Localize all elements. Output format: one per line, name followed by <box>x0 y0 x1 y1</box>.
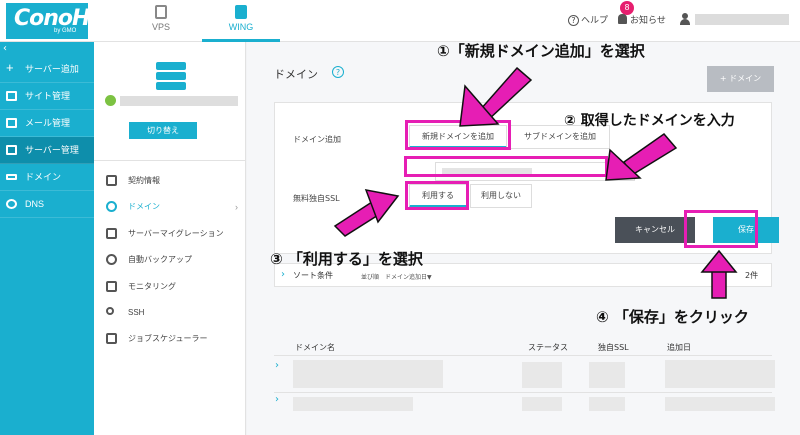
arrow-step2 <box>605 132 678 181</box>
arrow-step3 <box>333 189 400 237</box>
arrow-step1 <box>459 66 533 127</box>
arrow-step4 <box>700 249 738 299</box>
annotation-arrows <box>333 66 738 299</box>
